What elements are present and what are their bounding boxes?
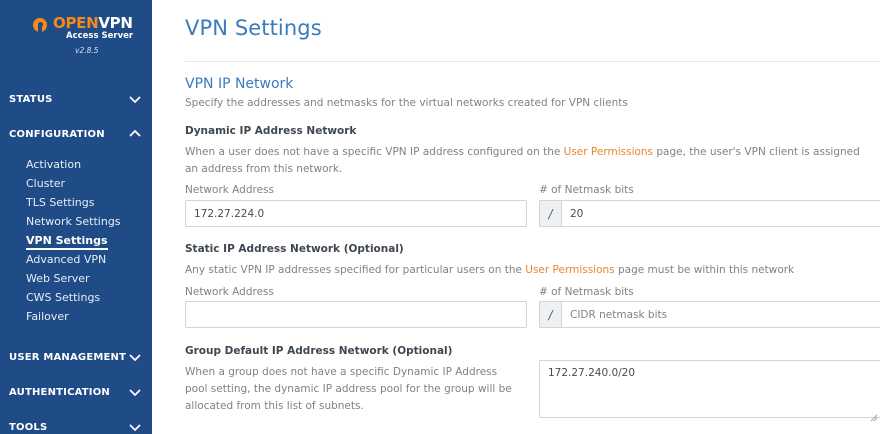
sidebar-item-tls-settings[interactable]: TLS Settings [26, 196, 94, 210]
sidebar-section-user-management[interactable]: USER MANAGEMENT [0, 346, 152, 368]
description-text: pool setting, the dynamic IP address poo… [185, 383, 512, 395]
dynamic-network-description: When a user does not have a specific VPN… [185, 144, 860, 178]
sidebar-item-failover[interactable]: Failover [26, 310, 69, 324]
chevron-down-icon [129, 352, 141, 362]
description-text: When a group does not have a specific Dy… [185, 366, 498, 378]
group-network-heading: Group Default IP Address Network (Option… [185, 345, 453, 357]
chevron-down-icon [129, 94, 141, 104]
sidebar-item-cluster[interactable]: Cluster [26, 177, 65, 191]
static-network-description: Any static VPN IP addresses specified fo… [185, 262, 794, 279]
dynamic-network-address-label: Network Address [185, 184, 274, 196]
sidebar-section-label: CONFIGURATION [9, 128, 105, 140]
group-subnets-textarea[interactable]: 172.27.240.0/20 [539, 360, 880, 418]
dynamic-netmask-input[interactable] [561, 200, 880, 227]
brand-name-open: OPEN [53, 14, 99, 32]
sidebar-item-vpn-settings[interactable]: VPN Settings [26, 234, 108, 250]
brand-name-vpn: VPN [98, 14, 133, 32]
divider [185, 61, 880, 62]
page-title: VPN Settings [185, 16, 322, 40]
sidebar-section-label: AUTHENTICATION [9, 386, 110, 398]
sidebar-section-authentication[interactable]: AUTHENTICATION [0, 381, 152, 403]
sidebar-item-cws-settings[interactable]: CWS Settings [26, 291, 100, 305]
brand-logo[interactable]: OPENVPN Access Server v2.8.5 [0, 0, 152, 74]
resize-grip-icon[interactable] [870, 407, 878, 422]
sidebar-section-label: USER MANAGEMENT [9, 351, 127, 363]
sidebar: OPENVPN Access Server v2.8.5 STATUS CONF… [0, 0, 152, 434]
static-network-address-label: Network Address [185, 286, 274, 298]
static-network-address-input[interactable] [185, 301, 527, 328]
dynamic-network-address-input[interactable] [185, 200, 527, 227]
static-netmask-input[interactable] [561, 301, 880, 328]
version-label: v2.8.5 [75, 46, 99, 55]
sidebar-section-label: TOOLS [9, 421, 48, 433]
user-permissions-link[interactable]: User Permissions [564, 146, 653, 158]
main-content: VPN Settings VPN IP Network Specify the … [152, 0, 880, 434]
chevron-down-icon [129, 422, 141, 432]
user-permissions-link[interactable]: User Permissions [525, 264, 614, 276]
description-text: an address from this network. [185, 163, 343, 175]
section-description: Specify the addresses and netmasks for t… [185, 97, 628, 109]
section-title: VPN IP Network [185, 76, 294, 92]
sidebar-item-web-server[interactable]: Web Server [26, 272, 90, 286]
dynamic-netmask-label: # of Netmask bits [539, 184, 634, 196]
description-text: When a user does not have a specific VPN… [185, 146, 564, 158]
netmask-slash-addon: / [539, 301, 561, 328]
chevron-down-icon [129, 387, 141, 397]
description-text: page must be within this network [614, 264, 795, 276]
dynamic-network-heading: Dynamic IP Address Network [185, 125, 357, 137]
sidebar-section-configuration[interactable]: CONFIGURATION [0, 123, 152, 145]
description-text: allocated from this list of subnets. [185, 400, 364, 412]
openvpn-logo-icon [33, 18, 47, 32]
sidebar-section-label: STATUS [9, 93, 53, 105]
sidebar-section-tools[interactable]: TOOLS [0, 416, 152, 434]
brand-subtitle: Access Server [66, 31, 134, 41]
static-network-heading: Static IP Address Network (Optional) [185, 243, 404, 255]
sidebar-section-status[interactable]: STATUS [0, 88, 152, 110]
sidebar-item-advanced-vpn[interactable]: Advanced VPN [26, 253, 106, 267]
static-netmask-label: # of Netmask bits [539, 286, 634, 298]
description-text: Any static VPN IP addresses specified fo… [185, 264, 526, 276]
sidebar-item-activation[interactable]: Activation [26, 158, 81, 172]
group-network-description: When a group does not have a specific Dy… [185, 364, 512, 415]
description-text: page, the user's VPN client is assigned [653, 146, 860, 158]
sidebar-item-network-settings[interactable]: Network Settings [26, 215, 121, 229]
chevron-up-icon [129, 129, 141, 139]
netmask-slash-addon: / [539, 200, 561, 227]
brand-name: OPENVPN [53, 14, 133, 32]
